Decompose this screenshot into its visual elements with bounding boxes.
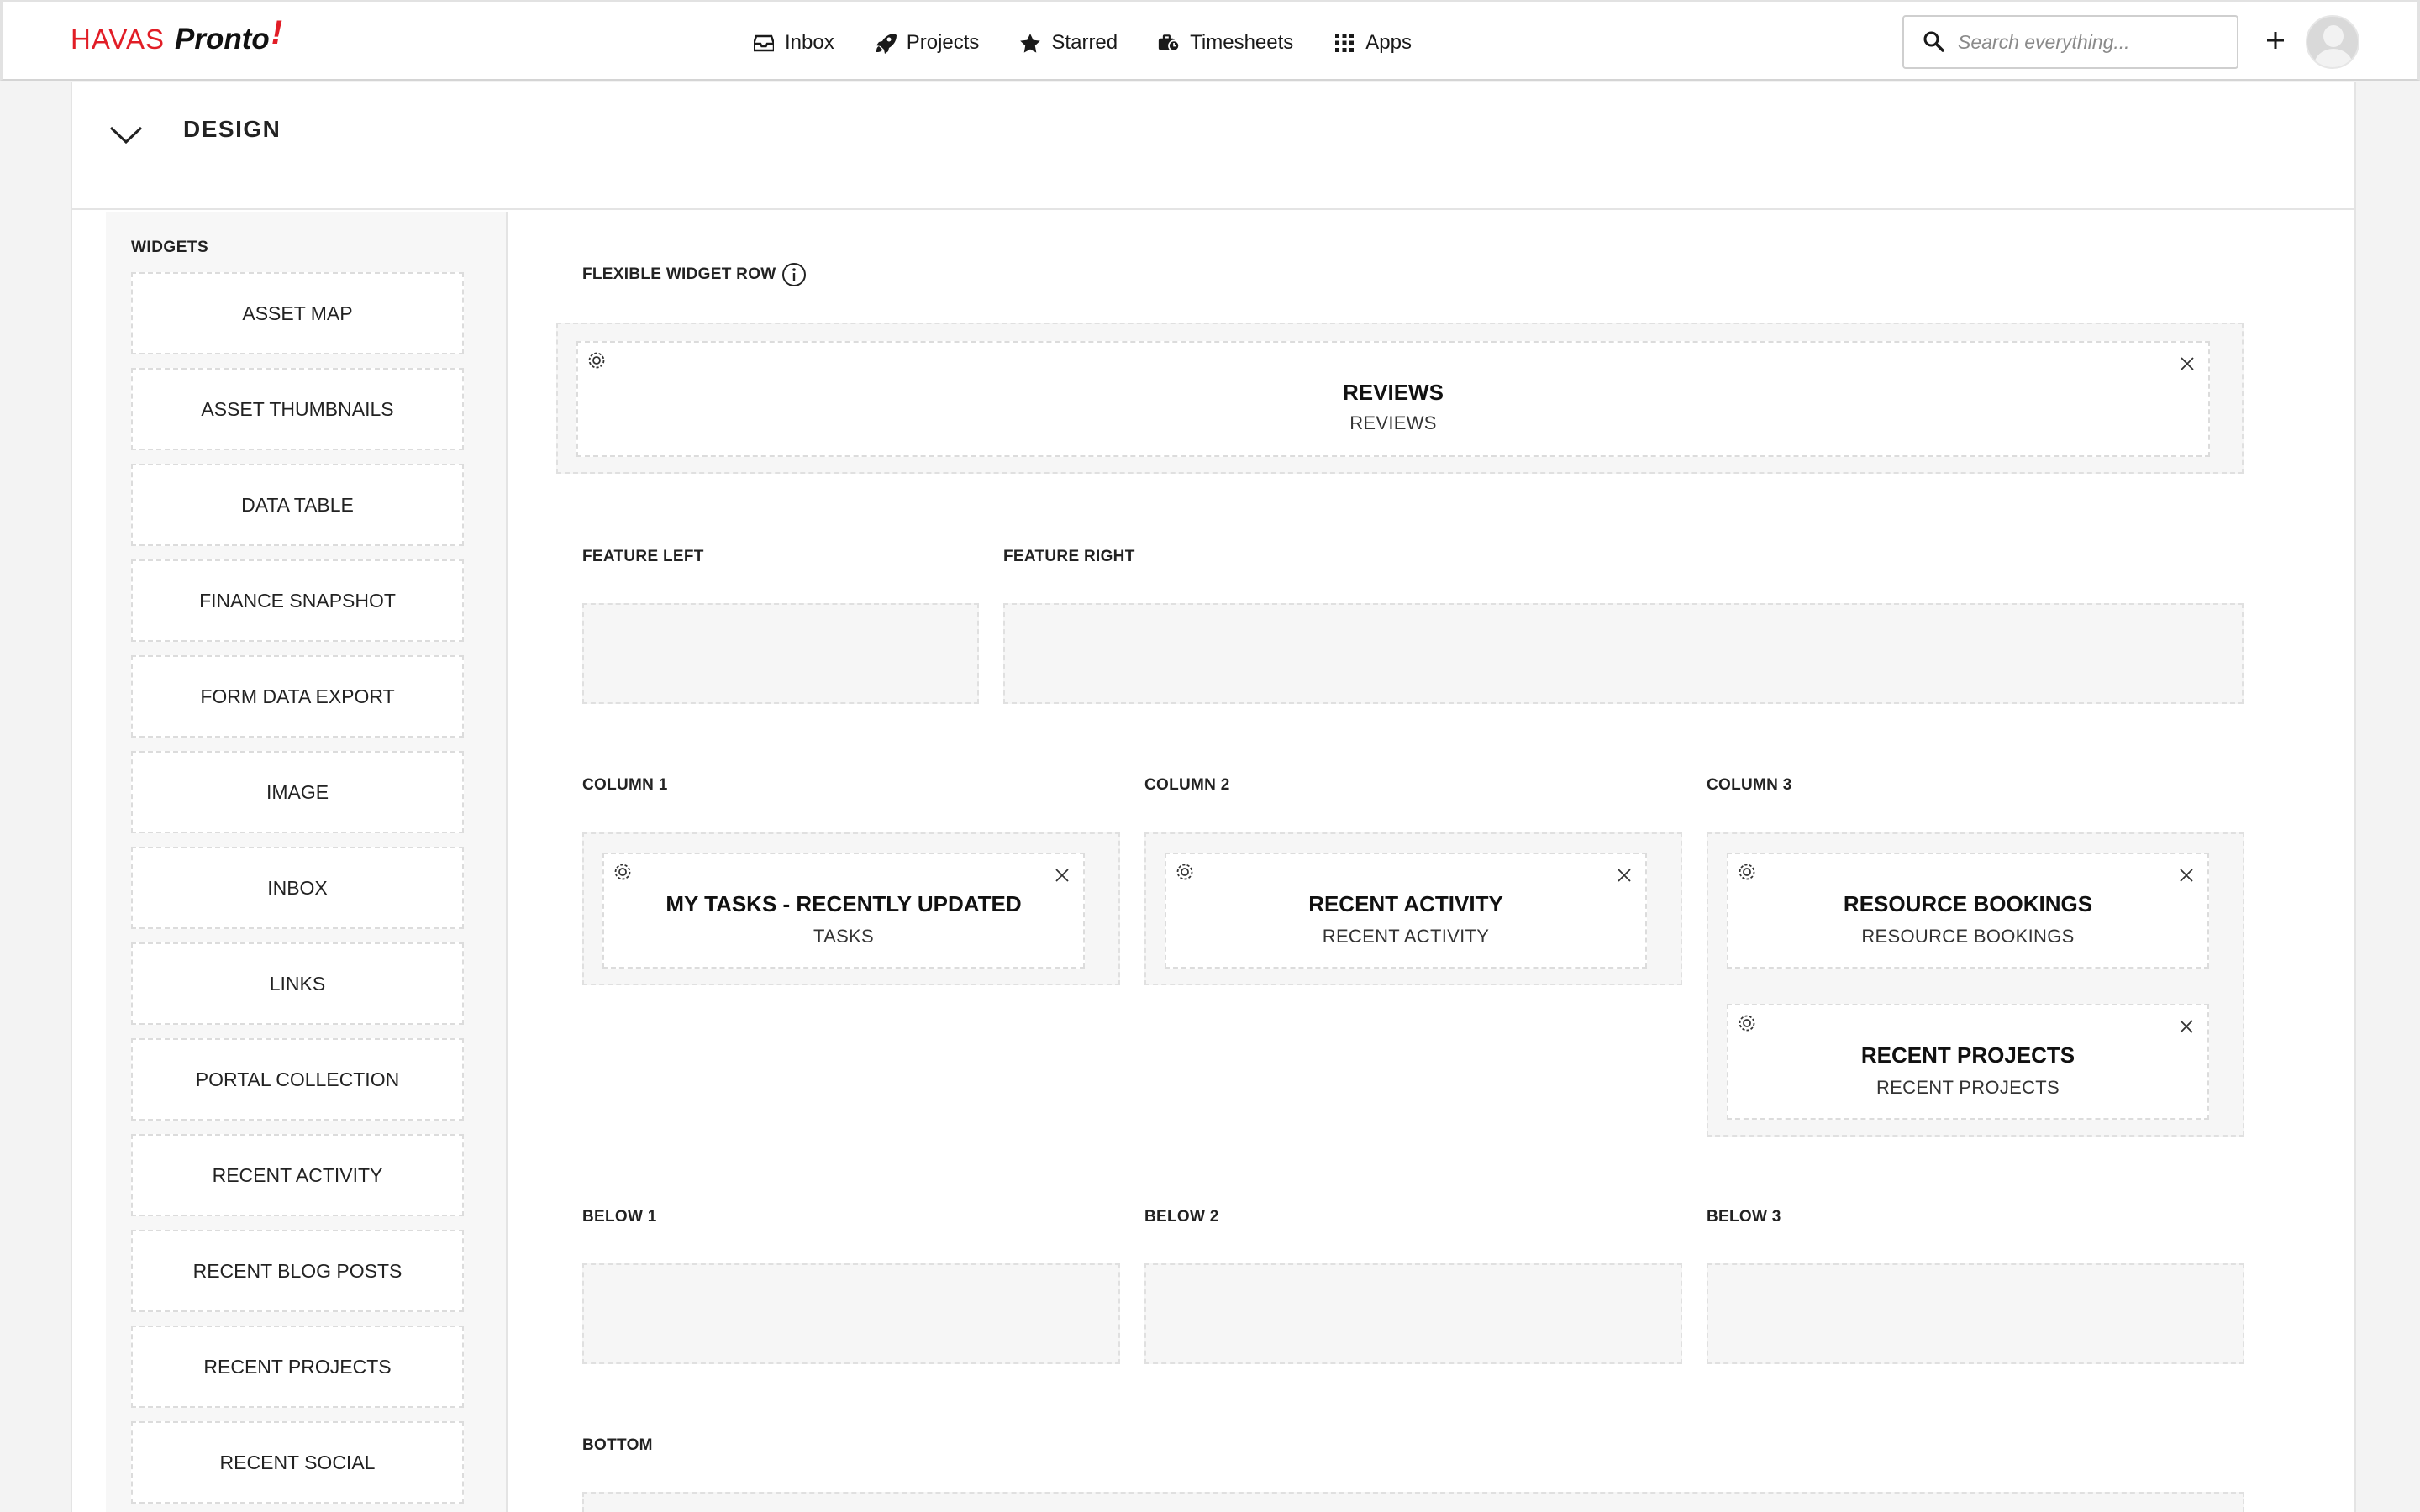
logo-bolt-mark: ! (271, 13, 283, 51)
dropzone-column-2[interactable]: RECENT ACTIVITY RECENT ACTIVITY (1144, 832, 1682, 985)
logo-havas-text: HAVAS (71, 24, 165, 55)
nav-label-starred: Starred (1051, 31, 1118, 54)
dropzone-below-1[interactable] (582, 1263, 1120, 1364)
zone-label-column-3: COLUMN 3 (1707, 776, 1792, 794)
plus-icon (2266, 31, 2285, 54)
search-input[interactable] (1958, 30, 2210, 54)
design-section-header: DESIGN (72, 82, 2354, 210)
widget-title: RESOURCE BOOKINGS (1843, 891, 2093, 916)
grid-icon (1334, 32, 1355, 54)
zone-label-flexible-row: FLEXIBLE WIDGET ROW (582, 262, 807, 287)
dropzone-flexible-row[interactable]: REVIEWS REVIEWS (556, 323, 2244, 474)
gear-icon[interactable] (585, 349, 608, 373)
dropzone-below-2[interactable] (1144, 1263, 1682, 1364)
widget-item-recent-blog-posts[interactable]: RECENT BLOG POSTS (131, 1230, 464, 1312)
widget-item-portal-collection[interactable]: PORTAL COLLECTION (131, 1038, 464, 1121)
widget-item-image[interactable]: IMAGE (131, 751, 464, 833)
widget-item-recent-social[interactable]: RECENT SOCIAL (131, 1421, 464, 1504)
nav-item-inbox[interactable]: Inbox (753, 31, 834, 55)
create-new-button[interactable] (2259, 25, 2292, 59)
widget-item-inbox[interactable]: INBOX (131, 847, 464, 929)
zone-label-feature-left: FEATURE LEFT (582, 548, 704, 565)
logo-pronto-text: Pronto (174, 23, 270, 55)
gear-icon[interactable] (1735, 1012, 1759, 1036)
widget-card-resource-bookings[interactable]: RESOURCE BOOKINGS RESOURCE BOOKINGS (1727, 853, 2209, 969)
nav-item-apps[interactable]: Apps (1334, 31, 1412, 55)
close-icon[interactable] (1048, 861, 1076, 890)
close-icon[interactable] (1610, 861, 1639, 890)
widget-item-links[interactable]: LINKS (131, 942, 464, 1025)
design-title: DESIGN (183, 116, 281, 142)
widget-subtitle: RESOURCE BOOKINGS (1861, 926, 2075, 947)
widget-subtitle: RECENT ACTIVITY (1322, 926, 1490, 947)
avatar-body-shape (2314, 49, 2353, 67)
inbox-icon (753, 32, 775, 54)
widget-card-my-tasks[interactable]: MY TASKS - RECENTLY UPDATED TASKS (602, 853, 1085, 969)
dropzone-below-3[interactable] (1707, 1263, 2244, 1364)
widget-subtitle: RECENT PROJECTS (1876, 1077, 2060, 1098)
widget-item-recent-projects[interactable]: RECENT PROJECTS (131, 1326, 464, 1408)
zone-label-column-1: COLUMN 1 (582, 776, 668, 794)
collapse-chevron-icon[interactable] (108, 116, 145, 153)
nav-label-inbox: Inbox (785, 31, 834, 54)
widget-subtitle: REVIEWS (1349, 412, 1437, 433)
nav-label-projects: Projects (906, 31, 980, 54)
search-icon (1923, 30, 1946, 54)
nav-item-starred[interactable]: Starred (1019, 31, 1118, 55)
widget-item-asset-map[interactable]: ASSET MAP (131, 272, 464, 354)
widget-item-asset-thumbnails[interactable]: ASSET THUMBNAILS (131, 368, 464, 450)
time-tracker-icon (1158, 32, 1181, 54)
gear-icon[interactable] (1173, 861, 1197, 885)
widget-item-recent-activity[interactable]: RECENT ACTIVITY (131, 1134, 464, 1216)
dropzone-bottom[interactable] (582, 1492, 2244, 1512)
nav-item-projects[interactable]: Projects (875, 31, 980, 55)
gear-icon[interactable] (1735, 861, 1759, 885)
dropzone-column-3[interactable]: RESOURCE BOOKINGS RESOURCE BOOKINGS RECE… (1707, 832, 2244, 1137)
widget-title: RECENT PROJECTS (1860, 1042, 2075, 1068)
zone-label-below-1: BELOW 1 (582, 1208, 657, 1226)
global-search[interactable] (1902, 15, 2238, 69)
widgets-sidebar: WIDGETS ASSET MAP ASSET THUMBNAILS DATA … (106, 212, 508, 1512)
close-icon[interactable] (2172, 861, 2201, 890)
dropzone-column-1[interactable]: MY TASKS - RECENTLY UPDATED TASKS (582, 832, 1120, 985)
design-panel: DESIGN WIDGETS ASSET MAP ASSET THUMBNAIL… (71, 82, 2356, 1512)
widget-title: REVIEWS (1343, 380, 1444, 405)
widget-list: ASSET MAP ASSET THUMBNAILS DATA TABLE FI… (131, 272, 464, 1512)
zone-label-bottom: BOTTOM (582, 1436, 653, 1454)
close-icon[interactable] (2172, 1012, 2201, 1041)
star-icon (1019, 32, 1041, 54)
flexible-row-label: FLEXIBLE WIDGET ROW (582, 265, 776, 283)
dropzone-feature-left[interactable] (582, 603, 979, 704)
widget-card-recent-projects[interactable]: RECENT PROJECTS RECENT PROJECTS (1727, 1004, 2209, 1120)
widget-item-data-table[interactable]: DATA TABLE (131, 464, 464, 546)
zone-label-column-2: COLUMN 2 (1144, 776, 1230, 794)
nav-item-timesheets[interactable]: Timesheets (1158, 31, 1293, 55)
zone-label-below-3: BELOW 3 (1707, 1208, 1781, 1226)
widgets-heading: WIDGETS (131, 239, 209, 256)
zone-label-feature-right: FEATURE RIGHT (1003, 548, 1135, 565)
close-icon[interactable] (2173, 349, 2202, 378)
user-avatar[interactable] (2306, 15, 2360, 69)
nav-label-apps: Apps (1365, 31, 1412, 54)
widget-item-finance-snapshot[interactable]: FINANCE SNAPSHOT (131, 559, 464, 642)
rocket-icon (875, 32, 897, 54)
main-nav: Inbox Projects Starred Timesheets Apps (753, 25, 1452, 60)
widget-item-form-data-export[interactable]: FORM DATA EXPORT (131, 655, 464, 738)
widget-subtitle: TASKS (813, 926, 874, 947)
widget-title: RECENT ACTIVITY (1308, 891, 1503, 916)
gear-icon[interactable] (611, 861, 634, 885)
nav-label-timesheets: Timesheets (1190, 31, 1294, 54)
info-icon[interactable] (781, 262, 807, 287)
havas-pronto-logo[interactable]: HAVAS Pronto ! (71, 14, 282, 60)
widget-card-recent-activity[interactable]: RECENT ACTIVITY RECENT ACTIVITY (1165, 853, 1647, 969)
top-navigation-bar: HAVAS Pronto ! Inbox Projects Starred Ti… (0, 0, 2420, 81)
zone-label-below-2: BELOW 2 (1144, 1208, 1219, 1226)
widget-title: MY TASKS - RECENTLY UPDATED (666, 891, 1022, 916)
avatar-head-shape (2323, 25, 2344, 47)
layout-canvas: FLEXIBLE WIDGET ROW REVIEWS REVIEWS FEAT… (508, 212, 2354, 1512)
widget-card-reviews[interactable]: REVIEWS REVIEWS (576, 341, 2210, 457)
dropzone-feature-right[interactable] (1003, 603, 2244, 704)
